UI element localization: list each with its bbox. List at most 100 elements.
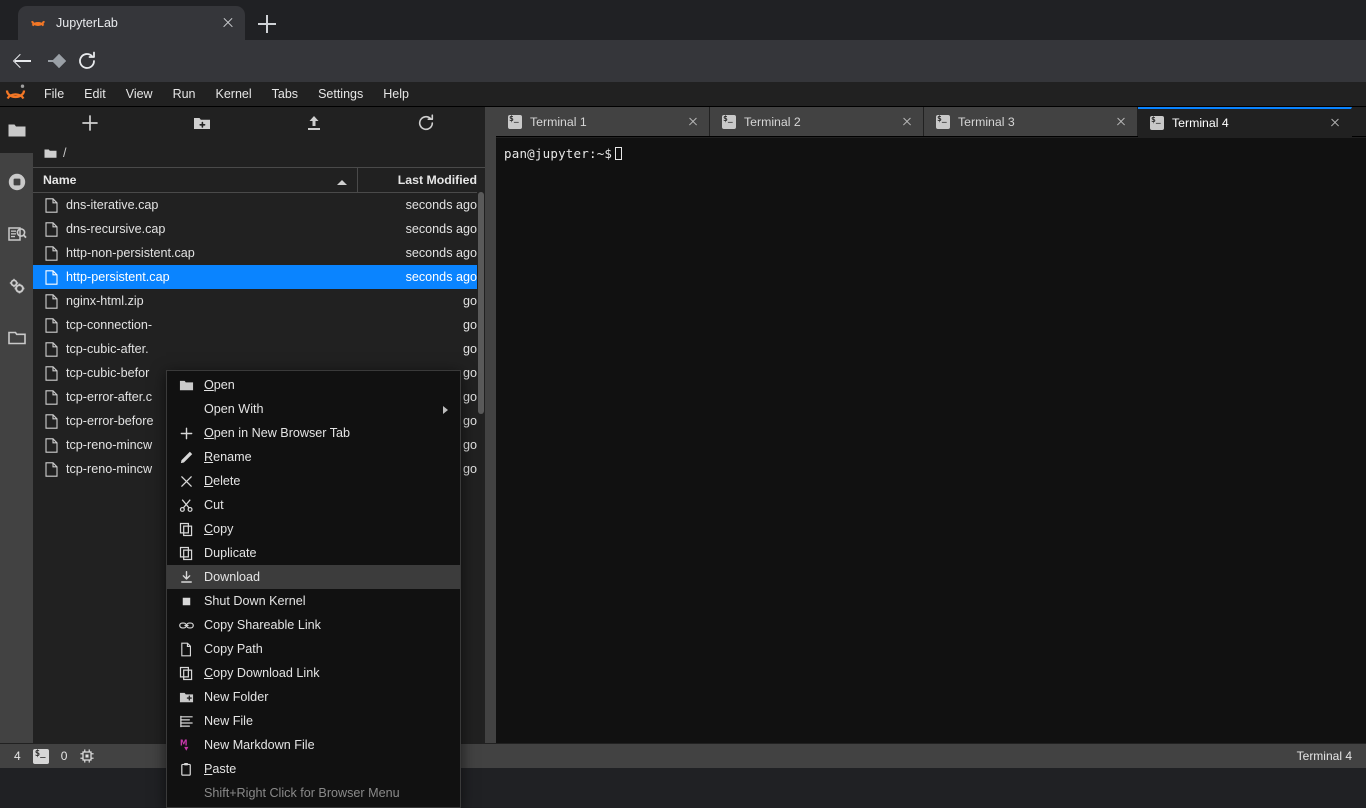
close-icon[interactable] xyxy=(219,14,237,32)
menu-item-delete[interactable]: Delete xyxy=(167,469,460,493)
menu-item-label: Open With xyxy=(204,402,264,416)
tab-label: Terminal 4 xyxy=(1172,116,1229,130)
file-icon xyxy=(45,461,58,477)
menu-item-copy-path[interactable]: Copy Path xyxy=(167,637,460,661)
menu-item-label: Paste xyxy=(204,762,237,776)
table-row[interactable]: nginx-html.zip go xyxy=(33,289,485,313)
close-icon[interactable] xyxy=(1113,114,1129,130)
sidebar-item-running[interactable] xyxy=(0,159,33,205)
sidebar-item-open-tabs[interactable] xyxy=(0,315,33,361)
terminal-icon xyxy=(508,114,522,129)
menu-file[interactable]: File xyxy=(34,84,74,104)
reload-button[interactable] xyxy=(75,49,99,73)
menu-item-open-with[interactable]: Open With xyxy=(167,397,460,421)
plus-icon xyxy=(179,426,194,441)
menu-item-copy-shareable-link[interactable]: Copy Shareable Link xyxy=(167,613,460,637)
browser-tab-strip: JupyterLab xyxy=(0,0,1366,40)
table-row[interactable]: dns-iterative.cap seconds ago xyxy=(33,193,485,217)
menu-item-label: Duplicate xyxy=(204,546,257,560)
file-icon xyxy=(45,365,58,381)
menu-help[interactable]: Help xyxy=(373,84,419,104)
close-icon[interactable] xyxy=(685,114,701,130)
extension-manager-icon xyxy=(7,276,27,296)
menu-item-new-markdown-file[interactable]: M New Markdown File xyxy=(167,733,460,757)
terminal-panel[interactable]: pan@jupyter:~$ xyxy=(496,138,1366,743)
browser-tab-jupyterlab[interactable]: JupyterLab xyxy=(18,6,245,40)
menu-item-copy[interactable]: Copy xyxy=(167,517,460,541)
table-row[interactable]: tcp-connection- go xyxy=(33,313,485,337)
sidebar-item-extension-manager[interactable] xyxy=(0,263,33,309)
menu-item-new-file[interactable]: New File xyxy=(167,709,460,733)
file-modified: go xyxy=(462,318,477,332)
column-header-name[interactable]: Name xyxy=(33,173,357,187)
tab-terminal-4[interactable]: Terminal 4 xyxy=(1138,107,1352,137)
file-browser-toolbar xyxy=(33,107,485,139)
refresh-button[interactable] xyxy=(415,112,437,134)
jupyterlab-app: File Edit View Run Kernel Tabs Settings … xyxy=(0,82,1366,808)
tab-label: Terminal 2 xyxy=(744,114,801,129)
terminal-cursor xyxy=(615,147,623,160)
status-terminal-count: 4 xyxy=(14,749,21,763)
blank-icon xyxy=(179,402,194,417)
table-row[interactable]: dns-recursive.cap seconds ago xyxy=(33,217,485,241)
copy-icon xyxy=(179,546,194,561)
menu-item-copy-download-link[interactable]: Copy Download Link xyxy=(167,661,460,685)
file-name: tcp-cubic-after. xyxy=(66,342,149,356)
tab-label: Terminal 3 xyxy=(958,114,1015,129)
menu-tabs[interactable]: Tabs xyxy=(262,84,308,104)
main-dock-area: Terminal 1 Terminal 2 Terminal 3 Termina… xyxy=(496,107,1366,743)
close-icon[interactable] xyxy=(899,114,915,130)
menu-item-label: Copy Shareable Link xyxy=(204,618,321,632)
menu-item-download[interactable]: Download xyxy=(167,565,460,589)
copy-icon xyxy=(179,666,194,681)
sidebar-item-table-of-contents[interactable] xyxy=(0,211,33,257)
new-tab-button[interactable] xyxy=(256,13,278,35)
menu-edit[interactable]: Edit xyxy=(74,84,116,104)
file-icon xyxy=(45,269,58,285)
column-header-last-modified[interactable]: Last Modified xyxy=(357,168,485,192)
menu-item-open-in-new-browser-tab[interactable]: Open in New Browser Tab xyxy=(167,421,460,445)
menu-view[interactable]: View xyxy=(116,84,163,104)
breadcrumb[interactable]: / xyxy=(33,139,485,167)
open-tabs-icon xyxy=(7,328,27,348)
terminal-prompt: pan@jupyter:~$ xyxy=(504,146,613,161)
menu-item-open[interactable]: Open xyxy=(167,373,460,397)
back-button[interactable] xyxy=(11,49,35,73)
tab-label: Terminal 1 xyxy=(530,114,587,129)
menu-item-paste[interactable]: Paste xyxy=(167,757,460,781)
back-arrow-icon xyxy=(11,49,35,73)
upload-button[interactable] xyxy=(303,112,325,134)
panel-splitter[interactable] xyxy=(485,107,496,743)
new-folder-button[interactable] xyxy=(191,112,213,134)
svg-text:M: M xyxy=(180,738,187,747)
tab-terminal-3[interactable]: Terminal 3 xyxy=(924,107,1138,136)
tab-terminal-2[interactable]: Terminal 2 xyxy=(710,107,924,136)
table-row[interactable]: http-persistent.cap seconds ago xyxy=(33,265,485,289)
menu-item-rename[interactable]: Rename xyxy=(167,445,460,469)
file-name: http-persistent.cap xyxy=(66,270,170,284)
status-kernel-count: 0 xyxy=(60,749,68,763)
menu-item-label: Shut Down Kernel xyxy=(204,594,306,608)
file-list-header: Name Last Modified xyxy=(33,167,485,193)
menu-item-cut[interactable]: Cut xyxy=(167,493,460,517)
tab-terminal-1[interactable]: Terminal 1 xyxy=(496,107,710,136)
menu-item-shut-down-kernel[interactable]: Shut Down Kernel xyxy=(167,589,460,613)
menu-item-label: New File xyxy=(204,714,253,728)
file-list-scrollbar[interactable] xyxy=(477,192,485,492)
menu-run[interactable]: Run xyxy=(163,84,206,104)
table-row[interactable]: tcp-cubic-after. go xyxy=(33,337,485,361)
menu-item-label: New Markdown File xyxy=(204,738,315,752)
file-icon xyxy=(45,245,58,261)
menu-kernel[interactable]: Kernel xyxy=(206,84,262,104)
kernel-chip-icon[interactable] xyxy=(79,748,95,764)
close-icon[interactable] xyxy=(1327,115,1343,131)
menu-item-new-folder[interactable]: New Folder xyxy=(167,685,460,709)
menu-settings[interactable]: Settings xyxy=(308,84,373,104)
terminal-icon[interactable] xyxy=(32,748,49,764)
sidebar-item-file-browser[interactable] xyxy=(0,107,33,153)
stop-square-icon xyxy=(179,594,194,609)
table-row[interactable]: http-non-persistent.cap seconds ago xyxy=(33,241,485,265)
menu-item-duplicate[interactable]: Duplicate xyxy=(167,541,460,565)
new-launcher-button[interactable] xyxy=(79,112,101,134)
forward-button[interactable] xyxy=(44,49,68,73)
